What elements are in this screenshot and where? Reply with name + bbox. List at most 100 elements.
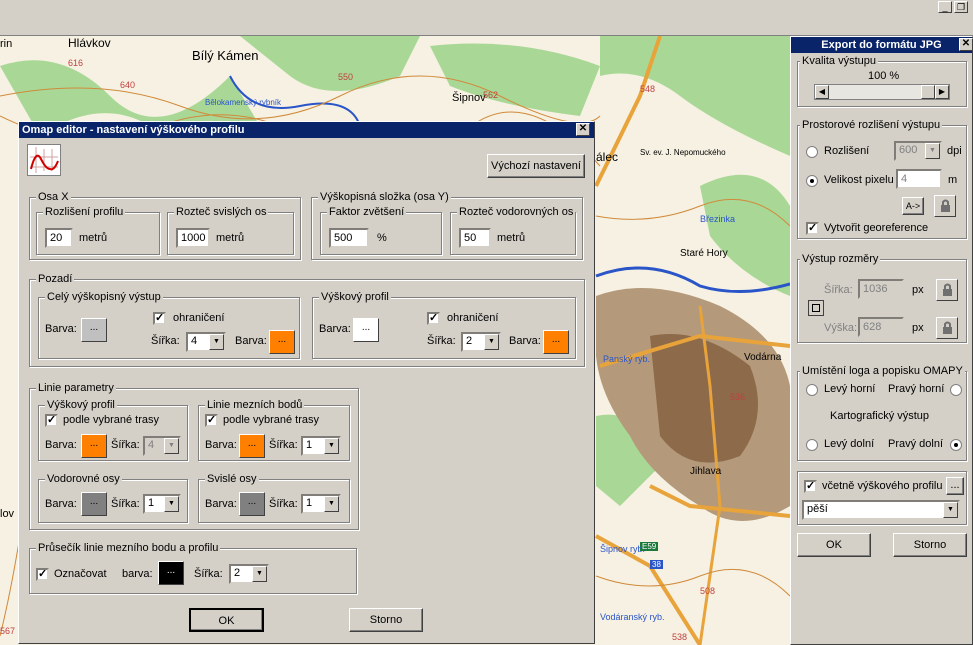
intersection-width-select[interactable]: 2 ▼ (229, 564, 269, 584)
map-label: 548 (640, 84, 656, 94)
chevron-down-icon[interactable]: ▼ (209, 334, 224, 350)
profile-width-select[interactable]: 2 ▼ (461, 332, 501, 352)
cartographic-output-label: Kartografický výstup (830, 410, 930, 422)
chevron-down-icon[interactable]: ▼ (164, 496, 179, 512)
export-cancel-button[interactable]: Storno (893, 533, 967, 557)
group-label: Rozteč vodorovných os (457, 206, 576, 218)
checkbox-label: podle vybrané trasy (63, 414, 159, 426)
export-ok-button[interactable]: OK (797, 533, 871, 557)
boundary-line-group: Linie mezních bodů ✓ podle vybrané trasy… (198, 399, 350, 461)
dialog-title: Omap editor - nastavení výškového profil… (22, 124, 245, 136)
output-height-input[interactable]: 628 (858, 317, 904, 337)
lock-icon[interactable] (934, 195, 956, 217)
radio-label: Pravý dolní (888, 438, 944, 450)
vertical-axes-color-swatch[interactable]: ... (239, 492, 265, 516)
aspect-link-icon[interactable] (808, 300, 824, 316)
profile-chart-icon (27, 144, 61, 176)
map-label: 616 (68, 58, 84, 68)
group-label: Kvalita výstupu (800, 55, 878, 67)
include-profile-checkbox[interactable]: ✓ (804, 480, 817, 493)
scroll-left-icon[interactable]: ◀ (815, 85, 829, 99)
chevron-down-icon[interactable]: ▼ (925, 143, 940, 159)
profile-settings-button[interactable]: ... (946, 477, 964, 495)
whole-border-checkbox[interactable]: ✓ (153, 312, 166, 325)
vertical-spacing-group: Rozteč svislých os 1000 metrů (167, 206, 294, 255)
vertical-spacing-input[interactable]: 1000 (176, 228, 210, 248)
chevron-down-icon[interactable]: ▼ (484, 334, 499, 350)
whole-border-color-swatch[interactable]: ... (269, 330, 295, 354)
lock-icon[interactable] (936, 279, 958, 301)
profile-route-checkbox[interactable]: ✓ (45, 414, 58, 427)
profile-border-color-swatch[interactable]: ... (543, 330, 569, 354)
minimize-icon[interactable]: _ (938, 1, 952, 13)
close-icon[interactable]: ✕ (959, 38, 973, 51)
default-settings-button[interactable]: Výchozí nastavení (487, 154, 585, 178)
boundary-route-checkbox[interactable]: ✓ (205, 414, 218, 427)
apply-arrow-button[interactable]: A-> (902, 197, 924, 215)
map-label: Panský ryb. (603, 354, 651, 364)
dpi-select[interactable]: 600 ▼ (894, 141, 942, 161)
profile-bg-color-swatch[interactable]: ... (353, 318, 379, 342)
map-label: 640 (120, 80, 136, 90)
zoom-factor-input[interactable]: 500 (329, 228, 369, 248)
profile-type-select[interactable]: pěší ▼ (802, 500, 960, 520)
quality-scrollbar[interactable]: ◀ ▶ (814, 84, 950, 100)
chevron-down-icon[interactable]: ▼ (252, 566, 267, 582)
unit-label: metrů (216, 232, 245, 244)
map-label: Šipnov ryb. (600, 544, 646, 554)
horizontal-spacing-input[interactable]: 50 (459, 228, 491, 248)
intersection-color-swatch[interactable]: ... (158, 561, 184, 585)
map-label: Bílý Kámen (192, 48, 259, 63)
whole-width-select[interactable]: 4 ▼ (186, 332, 226, 352)
restore-icon[interactable]: ❐ (954, 1, 968, 13)
map-label: 538 (672, 632, 688, 642)
horizontal-axes-width-select[interactable]: 1 ▼ (143, 494, 181, 514)
bottom-right-radio[interactable] (950, 439, 962, 451)
map-label: 508 (700, 586, 716, 596)
vertical-axes-width-select[interactable]: 1 ▼ (301, 494, 341, 514)
map-label: Vodáranský ryb. (600, 612, 665, 622)
pixel-size-radio[interactable] (806, 175, 818, 187)
profile-resolution-group: Rozlišení profilu 20 metrů (36, 206, 160, 255)
whole-bg-color-swatch[interactable]: ... (81, 318, 107, 342)
ok-button[interactable]: OK (189, 608, 264, 632)
width-label: Šířka: (111, 498, 140, 510)
color-label: barva: (122, 568, 153, 580)
top-right-radio[interactable] (950, 384, 962, 396)
checkbox-label: Vytvořit georeference (824, 222, 929, 234)
select-value: 1 (148, 497, 155, 509)
pixel-size-input[interactable]: 4 (896, 169, 942, 189)
chevron-down-icon[interactable]: ▼ (324, 438, 339, 454)
cancel-button[interactable]: Storno (349, 608, 423, 632)
select-value: 2 (466, 335, 473, 347)
boundary-line-width-select[interactable]: 1 ▼ (301, 436, 341, 456)
profile-line-color-swatch[interactable]: ... (81, 434, 107, 458)
group-label: Výškopisná složka (osa Y) (318, 191, 451, 203)
group-label: Umístění loga a popisku OMAPY (800, 365, 965, 377)
lock-icon[interactable] (936, 317, 958, 339)
horizontal-axes-color-swatch[interactable]: ... (81, 492, 107, 516)
output-width-input[interactable]: 1036 (858, 279, 904, 299)
profile-line-width-select[interactable]: 4 ▼ (143, 436, 181, 456)
mark-intersection-checkbox[interactable]: ✓ (36, 568, 49, 581)
boundary-line-color-swatch[interactable]: ... (239, 434, 265, 458)
scroll-right-icon[interactable]: ▶ (935, 85, 949, 99)
close-icon[interactable]: ✕ (576, 123, 590, 136)
vertical-axes-group: Svislé osy Barva: ... Šířka: 1 ▼ (198, 473, 350, 523)
chevron-down-icon[interactable]: ▼ (943, 502, 958, 518)
chevron-down-icon[interactable]: ▼ (324, 496, 339, 512)
top-left-radio[interactable] (806, 384, 818, 396)
map-label: rin (0, 38, 13, 50)
line-params-group: Linie parametry Výškový profil ✓ podle v… (29, 382, 359, 530)
chevron-down-icon[interactable]: ▼ (164, 438, 179, 454)
scroll-thumb[interactable] (921, 85, 935, 99)
profile-border-checkbox[interactable]: ✓ (427, 312, 440, 325)
resolution-input[interactable]: 20 (45, 228, 73, 248)
map-label: Jihlava (690, 466, 722, 477)
map-label: 38 (650, 560, 663, 569)
resolution-radio[interactable] (806, 146, 818, 158)
group-label: Výstup rozměry (800, 253, 881, 265)
georeference-checkbox[interactable]: ✓ (806, 222, 819, 235)
group-label: Linie mezních bodů (205, 399, 305, 411)
bottom-left-radio[interactable] (806, 439, 818, 451)
